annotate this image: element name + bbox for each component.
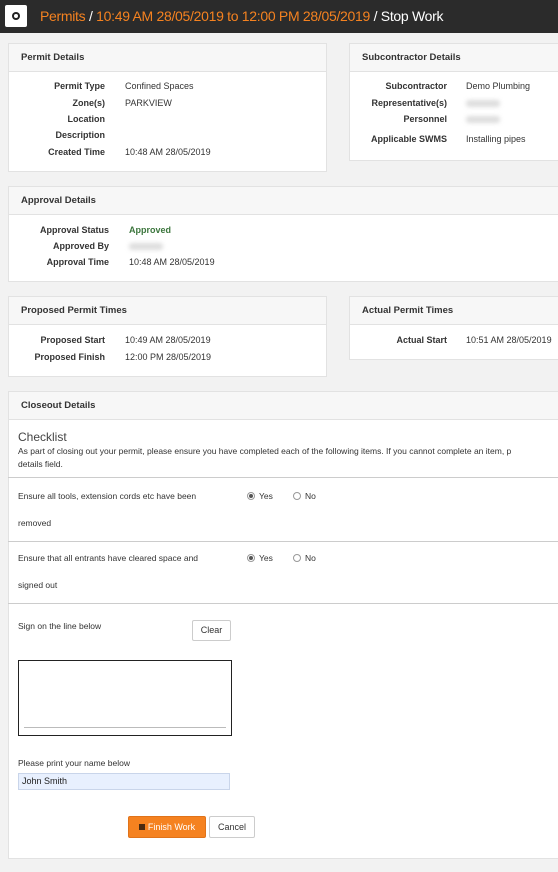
- representative-redacted: [466, 99, 500, 109]
- radio-empty-icon: [293, 554, 301, 562]
- panel-title: Approval Details: [9, 187, 558, 215]
- field-value: 10:49 AM 28/05/2019: [125, 335, 211, 345]
- checklist-item-text: removed: [18, 518, 52, 528]
- field-label: Approval Time: [46, 257, 109, 267]
- field-label: Proposed Finish: [34, 352, 105, 362]
- stop-icon: [138, 824, 145, 830]
- cancel-button[interactable]: Cancel: [209, 816, 255, 838]
- radio-label: Yes: [259, 553, 273, 563]
- field-label: Personnel: [403, 114, 447, 124]
- radio-selected-icon: [247, 554, 255, 562]
- checklist-intro: As part of closing out your permit, plea…: [18, 446, 512, 456]
- radio-label: No: [305, 553, 316, 563]
- checklist-item-no-radio[interactable]: No: [293, 553, 316, 563]
- finish-work-label: Finish Work: [147, 822, 196, 832]
- panel-title: Permit Details: [9, 44, 326, 72]
- field-value: Installing pipes: [466, 134, 526, 144]
- print-name-label: Please print your name below: [18, 758, 130, 768]
- actual-times-panel: Actual Permit Times Actual Start 10:51 A…: [349, 296, 558, 360]
- approved-by-redacted: [129, 242, 163, 252]
- checklist-intro: details field.: [18, 459, 63, 469]
- field-value: 10:48 AM 28/05/2019: [129, 257, 215, 267]
- divider: [8, 603, 558, 604]
- field-value: 10:51 AM 28/05/2019: [466, 335, 552, 345]
- breadcrumb: Permits / 10:49 AM 28/05/2019 to 12:00 P…: [40, 8, 443, 24]
- field-label: Actual Start: [396, 335, 447, 345]
- checklist-item-no-radio[interactable]: No: [293, 491, 316, 501]
- checklist-title: Checklist: [18, 430, 67, 444]
- field-label: Representative(s): [371, 98, 447, 108]
- checklist-item-yes-radio[interactable]: Yes: [247, 553, 273, 563]
- print-name-input[interactable]: John Smith: [18, 773, 230, 790]
- finish-work-button[interactable]: Finish Work: [128, 816, 206, 838]
- radio-label: No: [305, 491, 316, 501]
- checklist-item-text: signed out: [18, 580, 58, 590]
- chevron-circle-icon: [12, 12, 20, 20]
- field-label: Zone(s): [72, 98, 106, 108]
- back-button[interactable]: [5, 5, 27, 27]
- panel-title: Subcontractor Details: [350, 44, 558, 72]
- field-label: Permit Type: [54, 81, 105, 91]
- radio-empty-icon: [293, 492, 301, 500]
- page-title: Stop Work: [380, 8, 444, 24]
- field-value: 12:00 PM 28/05/2019: [125, 352, 212, 362]
- field-value: Confined Spaces: [125, 81, 194, 91]
- approval-status-value: Approved: [129, 225, 172, 235]
- subcontractor-details-panel: Subcontractor Details Subcontractor Demo…: [349, 43, 558, 161]
- signature-pad[interactable]: [18, 660, 232, 736]
- breadcrumb-separator: /: [88, 8, 93, 24]
- radio-label: Yes: [259, 491, 273, 501]
- permit-details-panel: Permit Details Permit Type Confined Spac…: [8, 43, 327, 172]
- field-label: Location: [67, 114, 106, 124]
- panel-title: Proposed Permit Times: [9, 297, 326, 325]
- checklist-item-text: Ensure all tools, extension cords etc ha…: [18, 491, 197, 501]
- field-value: Demo Plumbing: [466, 81, 531, 91]
- signature-label: Sign on the line below: [18, 621, 102, 631]
- field-label: Created Time: [48, 147, 105, 157]
- divider: [8, 477, 558, 478]
- field-label: Approval Status: [39, 225, 109, 235]
- field-label: Subcontractor: [385, 81, 447, 91]
- field-label: Description: [55, 130, 105, 140]
- divider: [8, 541, 558, 542]
- field-label: Proposed Start: [40, 335, 105, 345]
- field-label: Applicable SWMS: [370, 134, 447, 144]
- checklist-item-yes-radio[interactable]: Yes: [247, 491, 273, 501]
- personnel-redacted: [466, 115, 500, 125]
- field-value: PARKVIEW: [125, 98, 172, 108]
- approval-details-panel: Approval Details Approval Status Approve…: [8, 186, 558, 282]
- checklist-item-text: Ensure that all entrants have cleared sp…: [18, 553, 199, 563]
- breadcrumb-permits-link[interactable]: Permits: [40, 8, 86, 24]
- panel-title: Closeout Details: [9, 392, 558, 420]
- signature-line: [24, 727, 226, 728]
- field-value: 10:48 AM 28/05/2019: [125, 147, 211, 157]
- breadcrumb-separator: /: [373, 8, 378, 24]
- field-label: Approved By: [52, 241, 109, 251]
- proposed-times-panel: Proposed Permit Times Proposed Start 10:…: [8, 296, 327, 377]
- clear-signature-button[interactable]: Clear: [192, 620, 231, 641]
- top-bar: Permits / 10:49 AM 28/05/2019 to 12:00 P…: [0, 0, 558, 33]
- breadcrumb-permit-period-link[interactable]: 10:49 AM 28/05/2019 to 12:00 PM 28/05/20…: [96, 8, 370, 24]
- panel-title: Actual Permit Times: [350, 297, 558, 325]
- radio-selected-icon: [247, 492, 255, 500]
